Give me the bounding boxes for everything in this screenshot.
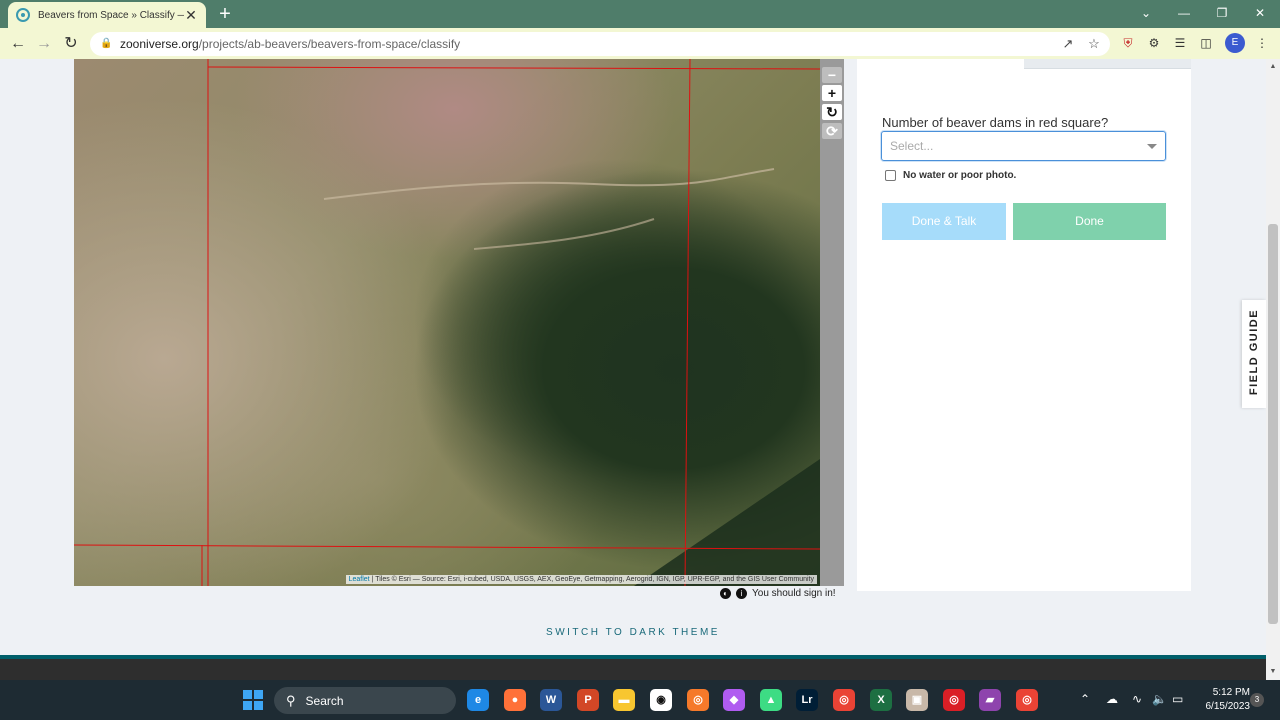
forest-patch xyxy=(634,459,820,586)
penguin-app-icon[interactable]: ◉ xyxy=(650,689,672,711)
url-path: /projects/ab-beavers/beavers-from-space/… xyxy=(198,37,461,51)
browser-menu-icon[interactable]: ⋮ xyxy=(1252,33,1272,53)
windows-start-icon[interactable] xyxy=(243,690,263,710)
chrome-profile-icon[interactable]: ◎ xyxy=(1016,689,1038,711)
scroll-thumb[interactable] xyxy=(1268,224,1278,624)
dam-count-select[interactable]: Select... xyxy=(881,131,1166,161)
word-icon[interactable]: W xyxy=(540,689,562,711)
leaflet-link[interactable]: Leaflet xyxy=(349,576,370,583)
reading-list-icon[interactable]: ☰ xyxy=(1170,33,1190,53)
scroll-down-icon[interactable]: ▼ xyxy=(1266,666,1280,678)
firefox-icon[interactable]: ● xyxy=(504,689,526,711)
android-studio-icon[interactable]: ▲ xyxy=(760,689,782,711)
rotate-button[interactable]: ↻ xyxy=(822,104,842,120)
field-guide-label: FIELD GUIDE xyxy=(1248,308,1260,396)
window-close-button[interactable]: ✕ xyxy=(1242,0,1278,26)
map-attribution: Leaflet | Tiles © Esri — Source: Esri, i… xyxy=(345,575,817,584)
signin-text: You should sign in! xyxy=(752,588,836,599)
creative-cloud-icon[interactable]: ◎ xyxy=(943,689,965,711)
info-icon[interactable]: i xyxy=(736,588,747,599)
window-restore-button[interactable]: ❐ xyxy=(1204,0,1240,26)
address-bar[interactable]: 🔒 zooniverse.org/projects/ab-beavers/bea… xyxy=(90,32,1110,56)
no-water-checkbox[interactable] xyxy=(885,170,896,181)
grid-line xyxy=(207,66,820,70)
edge-icon[interactable]: e xyxy=(467,689,489,711)
grid-line xyxy=(684,59,691,586)
done-and-talk-button[interactable]: Done & Talk xyxy=(882,203,1006,240)
bookmark-star-icon[interactable]: ☆ xyxy=(1082,32,1106,56)
profile-avatar[interactable]: E xyxy=(1225,33,1245,53)
reset-view-button[interactable]: ⟳ xyxy=(822,123,842,139)
done-button[interactable]: Done xyxy=(1013,203,1166,240)
browser-toolbar: ← → ↻ 🔒 zooniverse.org/projects/ab-beave… xyxy=(0,28,1280,59)
wifi-icon[interactable]: ∿ xyxy=(1132,692,1142,706)
map-controls: − + ↻ ⟳ xyxy=(820,59,844,586)
zooniverse-favicon-icon xyxy=(16,8,30,22)
browser-tab-bar: Beavers from Space » Classify — ✕ + ⌄ — … xyxy=(0,0,1280,28)
browser-tab-active[interactable]: Beavers from Space » Classify — ✕ xyxy=(8,2,206,28)
tab-title: Beavers from Space » Classify — xyxy=(38,9,184,21)
task-question: Number of beaver dams in red square? xyxy=(882,115,1109,130)
trail-line xyxy=(473,218,655,250)
onedrive-cloud-icon[interactable]: ☁ xyxy=(1106,692,1118,706)
trail-line xyxy=(323,168,775,200)
site-footer xyxy=(0,655,1266,680)
blender-icon[interactable]: ◎ xyxy=(687,689,709,711)
zoom-out-button[interactable]: − xyxy=(822,67,842,83)
side-panel-icon[interactable]: ◫ xyxy=(1196,33,1216,53)
forward-button[interactable]: → xyxy=(32,32,56,56)
window-minimize-button[interactable]: — xyxy=(1166,0,1202,26)
file-explorer-icon[interactable]: ▬ xyxy=(613,689,635,711)
share-icon[interactable]: ↗ xyxy=(1056,32,1080,56)
show-hidden-icons[interactable]: ⌃ xyxy=(1080,692,1090,706)
reload-button[interactable]: ↻ xyxy=(59,32,83,56)
search-icon: ⚲ xyxy=(286,692,296,708)
extension-shield-icon[interactable]: ⛨ xyxy=(1118,33,1138,53)
page-scrollbar[interactable]: ▲ ▼ xyxy=(1266,59,1280,680)
volume-icon[interactable]: 🔈 xyxy=(1152,692,1167,706)
chevron-down-icon xyxy=(1147,144,1157,149)
scroll-up-icon[interactable]: ▲ xyxy=(1266,61,1280,73)
clock-date: 6/15/2023 xyxy=(1205,701,1251,712)
signin-notice: ◐ i You should sign in! xyxy=(720,588,836,599)
chrome-icon[interactable]: ◎ xyxy=(833,689,855,711)
system-clock[interactable]: 5:12 PM 6/15/2023 xyxy=(1194,686,1251,714)
back-button[interactable]: ← xyxy=(6,32,30,56)
notification-badge[interactable]: 3 xyxy=(1250,693,1264,707)
clock-time: 5:12 PM xyxy=(1212,687,1250,698)
zoom-in-button[interactable]: + xyxy=(822,85,842,101)
taskbar-search[interactable]: ⚲ Search xyxy=(274,687,456,714)
url-host: zooniverse.org xyxy=(120,37,199,51)
field-guide-tab[interactable]: FIELD GUIDE xyxy=(1242,300,1266,408)
lock-icon: 🔒 xyxy=(100,38,113,49)
map-overlay xyxy=(74,59,820,586)
paint-drop-icon[interactable]: ◆ xyxy=(723,689,745,711)
no-water-label: No water or poor photo. xyxy=(903,170,1017,181)
attribution-text: | Tiles © Esri — Source: Esri, i-cubed, … xyxy=(369,576,814,583)
video-editor-icon[interactable]: ▰ xyxy=(979,689,1001,711)
taskbar-search-label: Search xyxy=(305,693,344,708)
excel-icon[interactable]: X xyxy=(870,689,892,711)
no-water-option[interactable]: No water or poor photo. xyxy=(885,170,1016,181)
tab-close-icon[interactable]: ✕ xyxy=(184,7,198,24)
aerial-map-viewer[interactable]: Leaflet | Tiles © Esri — Source: Esri, i… xyxy=(74,59,820,586)
battery-icon[interactable]: ▭ xyxy=(1172,692,1183,706)
photo-app-icon[interactable]: ▣ xyxy=(906,689,928,711)
lightroom-icon[interactable]: Lr xyxy=(796,689,818,711)
windows-taskbar: ⚲ Search e ● W P ▬ ◉ ◎ ◆ ▲ Lr ◎ X ▣ ◎ ▰ ◎ ⌃ ☁ ∿ 🔈 ▭ 5:1… xyxy=(0,680,1280,720)
extensions-puzzle-icon[interactable]: ⚙ xyxy=(1144,33,1164,53)
new-tab-button[interactable]: + xyxy=(214,3,236,25)
tab-tutorial[interactable] xyxy=(1024,59,1191,69)
tab-list-button[interactable]: ⌄ xyxy=(1128,0,1164,26)
select-placeholder: Select... xyxy=(890,139,934,153)
page-content: Leaflet | Tiles © Esri — Source: Esri, i… xyxy=(0,59,1266,680)
task-panel: Number of beaver dams in red square? Sel… xyxy=(857,59,1191,591)
theme-toggle-icon[interactable]: ◐ xyxy=(720,588,731,599)
switch-dark-theme-link[interactable]: SWITCH TO DARK THEME xyxy=(0,627,1266,638)
powerpoint-icon[interactable]: P xyxy=(577,689,599,711)
